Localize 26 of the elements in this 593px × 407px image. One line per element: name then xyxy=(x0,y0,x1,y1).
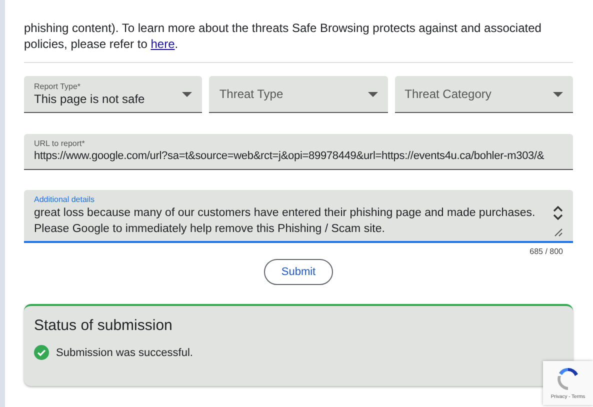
field-label: Report Type* xyxy=(34,82,82,92)
submit-button[interactable]: Submit xyxy=(264,259,333,285)
field-placeholder: Threat Category xyxy=(404,87,492,101)
caret-icon xyxy=(182,92,192,96)
recaptcha-logo-icon xyxy=(555,366,581,392)
status-title: Status of submission xyxy=(34,317,174,334)
dropdown-field[interactable]: Threat Category xyxy=(394,76,573,113)
details-textarea[interactable]: Additional details great loss because many of our customers have entered their phishing page and made purchases. Please Google to immediately help remove this Phishing / Scam site. xyxy=(24,190,573,243)
field-value: great loss because many of our customers have entered their phishing page and made purchases. Please Google to immediately help remove this Phishing / Scam site. xyxy=(34,206,536,237)
dropdown-field[interactable]: Threat Type xyxy=(209,76,388,113)
field-label: URL to report* xyxy=(34,139,86,149)
field-value: This page is not safe xyxy=(34,92,146,106)
resize-handle-icon[interactable] xyxy=(553,227,563,237)
spinner-icon[interactable] xyxy=(553,205,563,221)
field-value: https://www.google.com/url?sa=t&source=web&rct=j&opi=89978449&url=https://events4u.ca/bohler-m303/& xyxy=(34,149,546,164)
caret-icon xyxy=(552,92,563,96)
check-circle-icon xyxy=(34,345,49,360)
status-message: Submission was successful. xyxy=(56,346,193,358)
intro-paragraph: phishing content). To learn more about the threats Safe Browsing protects against and associated policies, please refer to here. xyxy=(24,20,542,52)
character-counter: 685 / 800 xyxy=(528,246,564,256)
dropdown-field[interactable]: Report Type* This page is not safe xyxy=(24,76,202,113)
field-label: Additional details xyxy=(34,195,96,205)
caret-icon xyxy=(368,92,378,96)
url-field[interactable]: URL to report* https://www.google.com/url?sa=t&source=web&rct=j&opi=89978449&url=https://events4u.ca/bohler-m303/& xyxy=(24,134,573,170)
here-link[interactable]: here xyxy=(150,37,175,51)
field-placeholder: Threat Type xyxy=(219,87,284,101)
